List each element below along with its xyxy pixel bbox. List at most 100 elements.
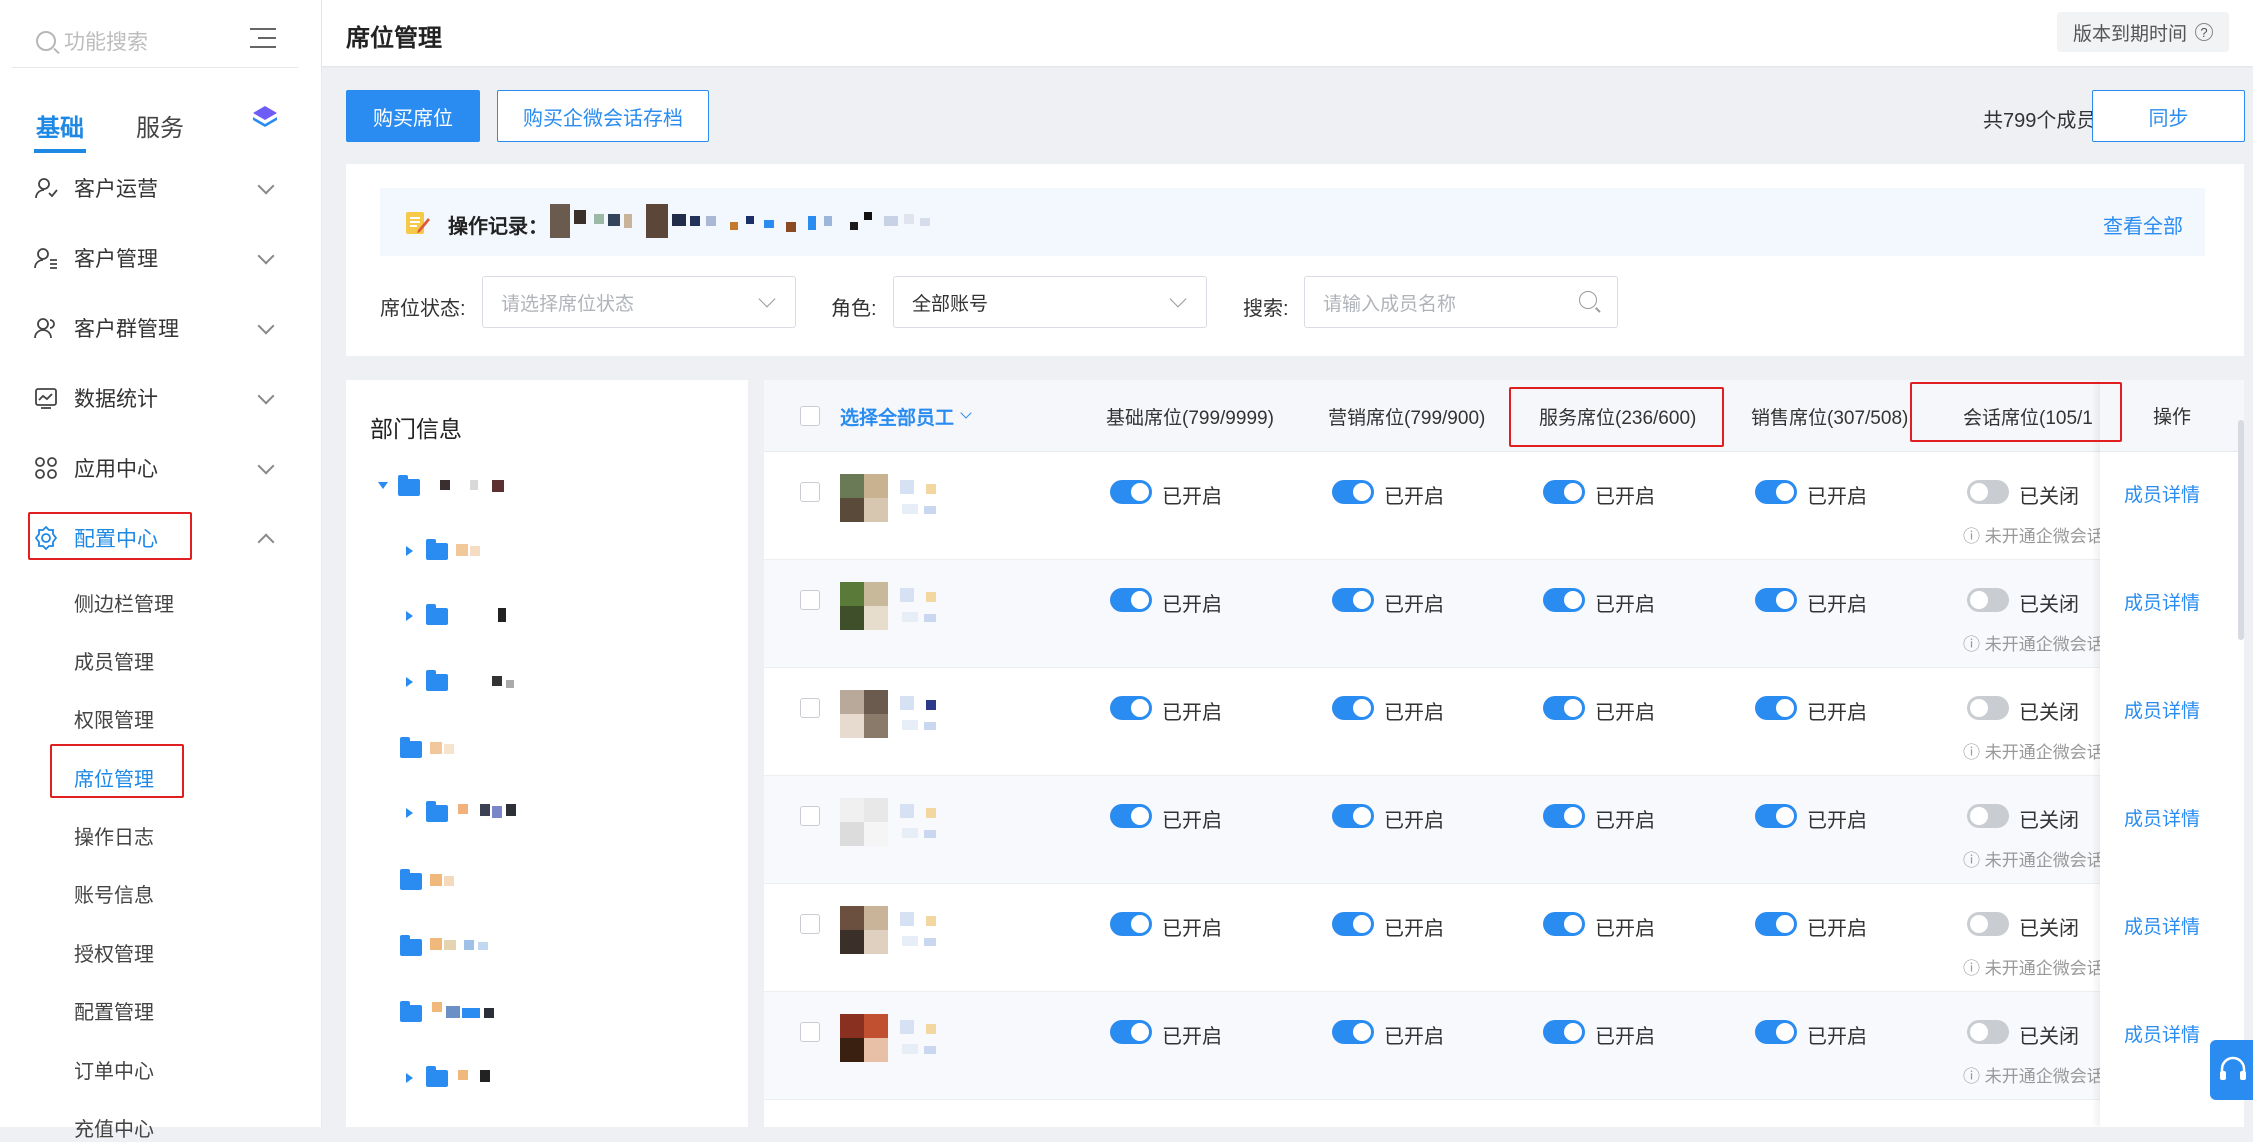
session-seat-toggle[interactable] <box>1967 1020 2009 1044</box>
basic-seat-toggle[interactable] <box>1110 588 1152 612</box>
session-seat-toggle[interactable] <box>1967 804 2009 828</box>
sales-seat-status: 已开启 <box>1807 918 1867 940</box>
chevron-down-icon <box>758 290 776 308</box>
page-title: 席位管理 <box>346 25 442 52</box>
expand-icon[interactable] <box>406 546 413 556</box>
tab-basic[interactable]: 基础 <box>34 108 86 153</box>
highlight-box <box>50 744 184 798</box>
sales-seat-toggle[interactable] <box>1755 588 1797 612</box>
seat-status-select[interactable]: 请选择席位状态 <box>482 276 796 328</box>
expand-icon[interactable] <box>406 808 413 818</box>
highlight-box <box>1910 382 2122 442</box>
collapse-icon[interactable] <box>378 482 388 489</box>
member-detail-link[interactable]: 成员详情 <box>2124 588 2200 615</box>
headset-icon <box>2220 1056 2246 1080</box>
service-seat-toggle[interactable] <box>1543 480 1585 504</box>
nav-group-management[interactable]: 客户群管理 <box>0 302 322 354</box>
member-detail-link[interactable]: 成员详情 <box>2124 912 2200 939</box>
select-all-checkbox[interactable] <box>800 406 820 426</box>
marketing-seat-toggle[interactable] <box>1332 804 1374 828</box>
service-seat-toggle[interactable] <box>1543 1020 1585 1044</box>
row-checkbox[interactable] <box>800 806 820 826</box>
basic-seat-toggle[interactable] <box>1110 804 1152 828</box>
row-checkbox[interactable] <box>800 482 820 502</box>
marketing-seat-toggle[interactable] <box>1332 1020 1374 1044</box>
basic-seat-toggle[interactable] <box>1110 696 1152 720</box>
marketing-seat-toggle[interactable] <box>1332 912 1374 936</box>
session-seat-toggle[interactable] <box>1967 480 2009 504</box>
expand-icon[interactable] <box>406 611 413 621</box>
member-detail-link[interactable]: 成员详情 <box>2124 1020 2200 1047</box>
layers-icon[interactable] <box>252 104 278 130</box>
session-seat-status: 已关闭 <box>2019 1026 2079 1048</box>
expand-icon[interactable] <box>406 1073 413 1083</box>
sub-account-info[interactable]: 账号信息 <box>74 879 154 908</box>
group-icon <box>34 318 55 339</box>
buy-archive-button[interactable]: 购买企微会话存档 <box>497 90 709 142</box>
sub-recharge-center[interactable]: 充值中心 <box>74 1113 154 1142</box>
sales-seat-toggle[interactable] <box>1755 804 1797 828</box>
user-list-icon <box>34 248 57 269</box>
function-search[interactable]: 功能搜索 <box>12 14 298 68</box>
blurred-member-name <box>900 480 936 514</box>
sub-authorization-management[interactable]: 授权管理 <box>74 938 154 967</box>
nav-app-center[interactable]: 应用中心 <box>0 442 322 494</box>
row-checkbox[interactable] <box>800 698 820 718</box>
sales-seat-toggle[interactable] <box>1755 480 1797 504</box>
version-expiry-button[interactable]: 版本到期时间 ? <box>2056 12 2229 52</box>
select-all-employees[interactable]: 选择全部员工 <box>840 380 972 452</box>
nav-customer-operation[interactable]: 客户运营 <box>0 162 322 214</box>
service-seat-status: 已开启 <box>1595 918 1655 940</box>
session-seat-toggle[interactable] <box>1967 696 2009 720</box>
basic-seat-status: 已开启 <box>1162 486 1222 508</box>
blurred-dept-name <box>430 874 454 886</box>
tab-service[interactable]: 服务 <box>136 108 184 143</box>
row-checkbox[interactable] <box>800 914 820 934</box>
session-seat-status: 已关闭 <box>2019 918 2079 940</box>
sales-seat-toggle[interactable] <box>1755 696 1797 720</box>
service-seat-toggle[interactable] <box>1543 588 1585 612</box>
col-basic-seat: 基础席位(799/9999) <box>1106 407 1274 429</box>
nav-customer-management[interactable]: 客户管理 <box>0 232 322 284</box>
nav-data-statistics[interactable]: 数据统计 <box>0 372 322 424</box>
sub-operation-log[interactable]: 操作日志 <box>74 821 154 850</box>
sub-order-center[interactable]: 订单中心 <box>74 1055 154 1084</box>
service-seat-toggle[interactable] <box>1543 696 1585 720</box>
member-detail-link[interactable]: 成员详情 <box>2124 804 2200 831</box>
expand-icon[interactable] <box>406 677 413 687</box>
marketing-seat-toggle[interactable] <box>1332 696 1374 720</box>
sales-seat-toggle[interactable] <box>1755 912 1797 936</box>
member-search-input[interactable]: 请输入成员名称 <box>1304 276 1618 328</box>
role-select[interactable]: 全部账号 <box>893 276 1207 328</box>
version-label: 版本到期时间 <box>2072 23 2187 45</box>
sync-button[interactable]: 同步 <box>2092 90 2245 142</box>
chevron-down-icon <box>257 177 275 195</box>
sales-seat-toggle[interactable] <box>1755 1020 1797 1044</box>
scrollbar[interactable] <box>2238 420 2244 640</box>
sub-config-management[interactable]: 配置管理 <box>74 996 154 1025</box>
session-seat-toggle[interactable] <box>1967 588 2009 612</box>
row-checkbox[interactable] <box>800 590 820 610</box>
marketing-seat-toggle[interactable] <box>1332 588 1374 612</box>
basic-seat-toggle[interactable] <box>1110 1020 1152 1044</box>
basic-seat-toggle[interactable] <box>1110 480 1152 504</box>
sub-sidebar-management[interactable]: 侧边栏管理 <box>74 588 174 617</box>
highlight-box <box>1509 387 1724 447</box>
member-detail-link[interactable]: 成员详情 <box>2124 480 2200 507</box>
sub-member-management[interactable]: 成员管理 <box>74 646 154 675</box>
row-checkbox[interactable] <box>800 1022 820 1042</box>
sub-permission-management[interactable]: 权限管理 <box>74 704 154 733</box>
basic-seat-toggle[interactable] <box>1110 912 1152 936</box>
member-detail-link[interactable]: 成员详情 <box>2124 696 2200 723</box>
view-all-link[interactable]: 查看全部 <box>2103 210 2183 239</box>
buy-seat-button[interactable]: 购买席位 <box>346 90 480 142</box>
session-seat-toggle[interactable] <box>1967 912 2009 936</box>
search-icon[interactable] <box>1579 291 1597 309</box>
customer-service-button[interactable] <box>2210 1040 2253 1100</box>
menu-collapse-icon[interactable] <box>250 28 276 50</box>
service-seat-toggle[interactable] <box>1543 804 1585 828</box>
marketing-seat-toggle[interactable] <box>1332 480 1374 504</box>
sidebar: 功能搜索 基础 服务 客户运营 客户管理 客户群管理 数据统计 应用中心 配置中… <box>0 0 322 1141</box>
service-seat-toggle[interactable] <box>1543 912 1585 936</box>
session-hint: ⓘ 未开通企微会话 <box>1963 527 2104 546</box>
